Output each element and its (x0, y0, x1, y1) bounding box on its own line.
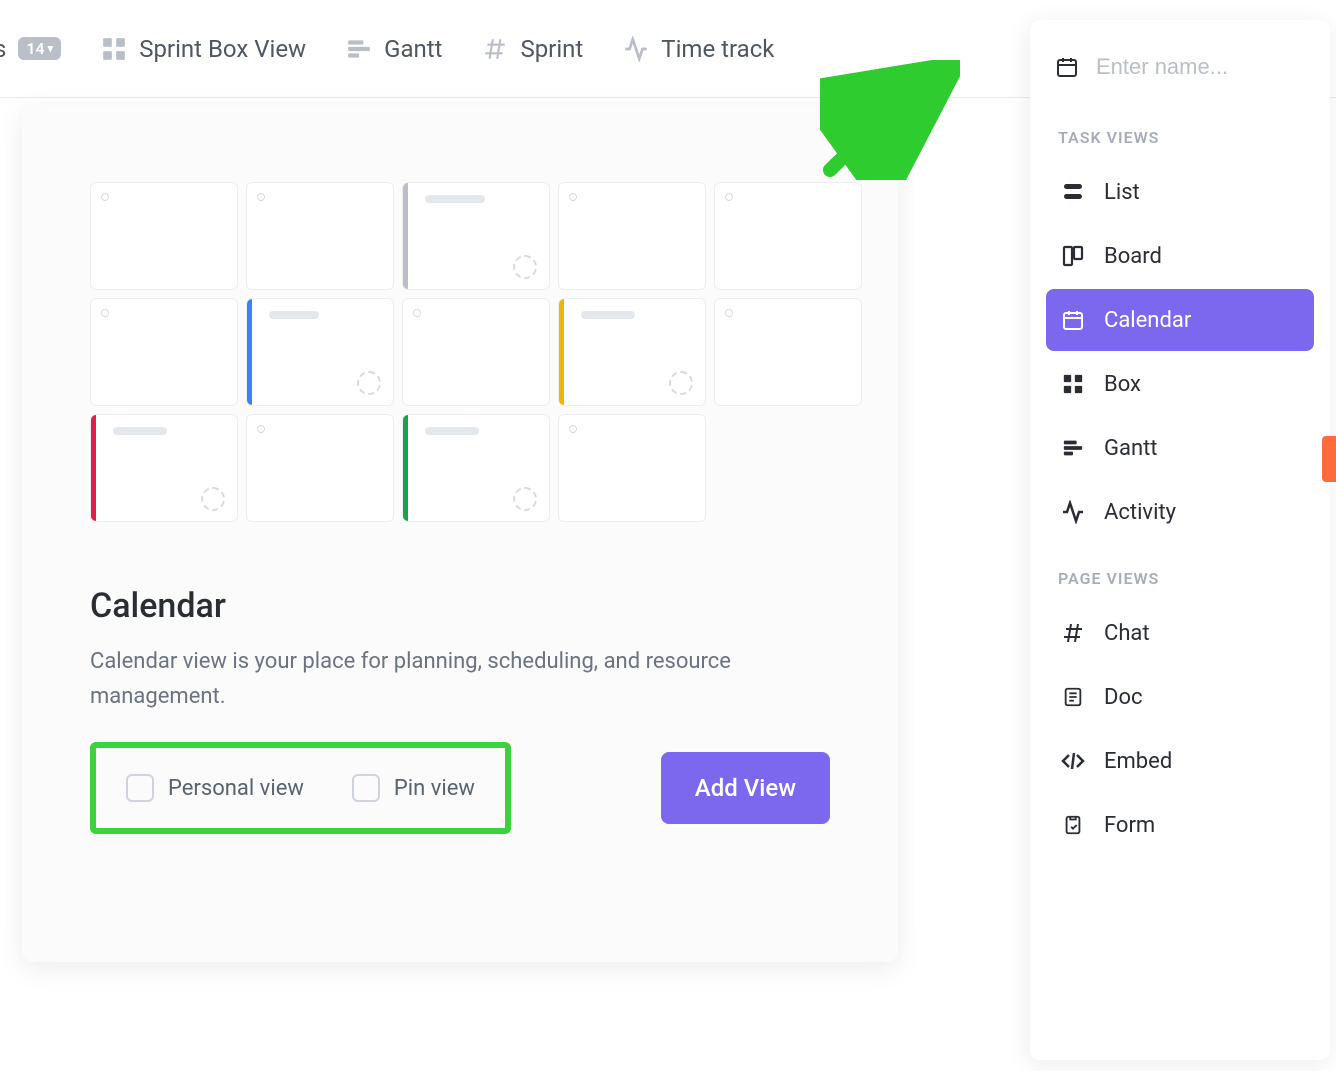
page-views-label: PAGE VIEWS (1046, 545, 1314, 600)
view-label: Calendar (1104, 308, 1191, 333)
embed-icon (1060, 748, 1086, 774)
view-option-activity[interactable]: Activity (1046, 481, 1314, 543)
tab-sprint-box-view[interactable]: Sprint Box View (101, 35, 306, 63)
view-name-input[interactable] (1096, 54, 1276, 80)
list-icon (1060, 179, 1086, 205)
preview-cell (246, 414, 394, 522)
task-views-label: TASK VIEWS (1046, 104, 1314, 159)
tab-label: Sprint Box View (139, 35, 306, 63)
modal-description: Calendar view is your place for planning… (90, 644, 770, 714)
tab-badge[interactable]: 14 (18, 37, 61, 60)
preview-cell (90, 298, 238, 406)
preview-cell (558, 182, 706, 290)
preview-cell (90, 414, 238, 522)
view-label: Doc (1104, 685, 1143, 710)
activity-icon (1060, 499, 1086, 525)
tab-cutoff[interactable]: s 14 (0, 35, 61, 63)
view-option-doc[interactable]: Doc (1046, 666, 1314, 728)
pin-view-label: Pin view (394, 776, 475, 801)
calendar-preview-grid (90, 182, 830, 522)
gantt-icon (346, 36, 372, 62)
activity-icon (623, 36, 649, 62)
preview-cell (246, 298, 394, 406)
pin-view-option[interactable]: Pin view (352, 774, 475, 802)
tab-time-tracking[interactable]: Time track (623, 35, 774, 63)
tab-label: Time track (661, 35, 774, 63)
add-view-button[interactable]: Add View (661, 752, 830, 824)
modal-footer: Personal view Pin view Add View (90, 742, 830, 834)
view-label: List (1104, 180, 1140, 205)
add-view-modal: Calendar Calendar view is your place for… (22, 106, 898, 962)
preview-cell (90, 182, 238, 290)
view-option-embed[interactable]: Embed (1046, 730, 1314, 792)
options-highlight: Personal view Pin view (90, 742, 511, 834)
preview-cell (402, 414, 550, 522)
view-label: Embed (1104, 749, 1172, 774)
preview-cell (558, 414, 706, 522)
personal-view-option[interactable]: Personal view (126, 774, 304, 802)
calendar-icon (1060, 307, 1086, 333)
preview-cell (246, 182, 394, 290)
preview-cell (558, 298, 706, 406)
view-option-calendar[interactable]: Calendar (1046, 289, 1314, 351)
view-option-chat[interactable]: Chat (1046, 602, 1314, 664)
preview-cell (714, 298, 862, 406)
view-name-row (1046, 48, 1314, 104)
box-grid-icon (1060, 371, 1086, 397)
view-label: Chat (1104, 621, 1150, 646)
view-option-form[interactable]: Form (1046, 794, 1314, 856)
tab-sprint[interactable]: Sprint (482, 35, 583, 63)
tab-label: Gantt (384, 35, 442, 63)
personal-view-label: Personal view (168, 776, 304, 801)
doc-icon (1060, 684, 1086, 710)
checkbox-icon[interactable] (126, 774, 154, 802)
hash-icon (1060, 620, 1086, 646)
form-icon (1060, 812, 1086, 838)
view-label: Activity (1104, 500, 1176, 525)
view-label: Board (1104, 244, 1162, 269)
calendar-icon (1054, 54, 1080, 80)
view-option-list[interactable]: List (1046, 161, 1314, 223)
tab-label: Sprint (520, 35, 583, 63)
view-label: Box (1104, 372, 1141, 397)
views-panel: TASK VIEWS List Board Calendar Box Gantt (1030, 20, 1330, 1060)
tab-gantt[interactable]: Gantt (346, 35, 442, 63)
gantt-icon (1060, 435, 1086, 461)
modal-title: Calendar (90, 586, 830, 626)
checkbox-icon[interactable] (352, 774, 380, 802)
preview-cell (714, 182, 862, 290)
hash-icon (482, 36, 508, 62)
view-label: Form (1104, 813, 1155, 838)
box-grid-icon (101, 36, 127, 62)
view-option-board[interactable]: Board (1046, 225, 1314, 287)
view-option-gantt[interactable]: Gantt (1046, 417, 1314, 479)
view-option-box[interactable]: Box (1046, 353, 1314, 415)
tab-cutoff-label: s (0, 35, 6, 63)
preview-cell (402, 182, 550, 290)
preview-cell (402, 298, 550, 406)
board-icon (1060, 243, 1086, 269)
orange-edge-sliver (1322, 436, 1336, 482)
view-label: Gantt (1104, 436, 1158, 461)
